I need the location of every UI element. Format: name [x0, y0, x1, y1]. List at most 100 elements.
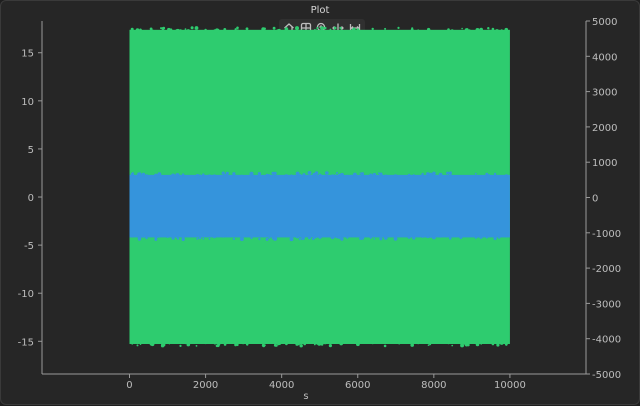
scatter-point: [346, 174, 349, 178]
scatter-point: [195, 174, 200, 178]
scatter-point: [297, 30, 300, 33]
scatter-point: [195, 345, 198, 347]
scatter-point: [308, 236, 311, 240]
scatter-point: [303, 30, 306, 33]
scatter-point: [500, 29, 503, 32]
scatter-point: [467, 29, 470, 32]
scatter-point: [383, 236, 388, 240]
scatter-point: [314, 175, 317, 178]
scatter-point: [316, 26, 319, 30]
scatter-point: [466, 343, 470, 347]
scatter-point: [273, 171, 277, 175]
scatter-point: [427, 344, 430, 346]
scatter-point: [203, 340, 208, 345]
scatter-point: [351, 235, 353, 237]
scatter-point: [460, 175, 462, 178]
scatter-point: [449, 235, 452, 238]
scatter-point: [149, 342, 153, 346]
scatter-point: [346, 236, 349, 239]
scatter-point: [130, 27, 134, 31]
scatter-point: [337, 173, 342, 177]
scatter-point: [379, 237, 383, 241]
scatter-point: [253, 175, 256, 178]
scatter-point: [438, 172, 443, 177]
scatter-point: [461, 27, 463, 30]
scatter-point: [350, 174, 354, 178]
scatter-point: [384, 27, 387, 30]
scatter-point: [295, 234, 300, 239]
scatter-point: [265, 173, 269, 177]
scatter-point: [246, 343, 249, 346]
scatter-point: [378, 234, 380, 237]
scatter-point: [171, 236, 175, 240]
scatter-point: [314, 28, 316, 31]
left-y-tick-label: 0: [28, 193, 34, 204]
scatter-point: [285, 235, 288, 237]
scatter-point: [179, 29, 182, 33]
right-y-tick-label: -2000: [592, 264, 621, 275]
scatter-point: [236, 343, 239, 347]
scatter-point: [479, 175, 483, 178]
x-tick-label: 10000: [494, 380, 526, 391]
scatter-point: [493, 236, 497, 241]
scatter-point: [223, 343, 227, 346]
scatter-point: [410, 343, 414, 346]
scatter-plot[interactable]: 0 2000 4000 6000 8000 10000s-15-10-5051015-50…: [1, 1, 640, 406]
scatter-point: [353, 172, 357, 177]
scatter-point: [136, 344, 139, 347]
scatter-point: [198, 236, 202, 240]
scatter-point: [432, 235, 436, 240]
scatter-point: [135, 28, 140, 32]
scatter-point: [353, 234, 357, 237]
scatter-point: [194, 26, 199, 30]
scatter-point: [137, 237, 142, 241]
scatter-point: [447, 28, 450, 31]
scatter-point: [222, 236, 225, 238]
scatter-point: [158, 235, 161, 238]
left-y-tick-label: -10: [18, 289, 34, 300]
scatter-point: [208, 237, 211, 240]
scatter-point: [272, 26, 276, 30]
scatter-point: [421, 172, 424, 175]
scatter-point: [261, 27, 266, 32]
scatter-point: [138, 173, 141, 176]
scatter-point: [239, 237, 244, 241]
scatter-point: [475, 174, 479, 179]
scatter-point: [131, 235, 133, 238]
scatter-point: [167, 341, 171, 344]
scatter-point: [267, 234, 271, 238]
scatter-point: [241, 341, 245, 345]
scatter-point: [407, 235, 411, 239]
scatter-point: [369, 173, 373, 177]
scatter-point: [474, 172, 477, 175]
scatter-point: [352, 27, 356, 31]
scatter-point: [278, 30, 281, 33]
scatter-point: [144, 174, 149, 178]
scatter-point: [204, 28, 207, 32]
scatter-point: [397, 26, 400, 29]
scatter-point: [464, 29, 467, 32]
right-y-tick-label: -5000: [592, 370, 621, 381]
scatter-point: [488, 29, 491, 33]
scatter-point: [479, 235, 483, 239]
scatter-point: [130, 172, 134, 176]
scatter-point: [340, 29, 343, 31]
scatter-point: [161, 342, 166, 347]
scatter-point: [475, 234, 479, 238]
scatter-point: [333, 26, 337, 30]
scatter-point: [236, 340, 240, 344]
scatter-point: [139, 343, 142, 346]
scatter-point: [329, 28, 332, 31]
scatter-point: [295, 342, 299, 346]
scatter-point: [426, 172, 430, 176]
right-y-tick-label: 3000: [592, 88, 617, 99]
scatter-point: [139, 28, 142, 32]
left-y-tick-label: 10: [21, 97, 34, 108]
scatter-point: [459, 236, 463, 239]
scatter-point: [325, 171, 329, 175]
scatter-point: [336, 172, 338, 174]
scatter-point: [369, 236, 372, 239]
scatter-point: [337, 234, 342, 239]
scatter-point: [320, 26, 324, 30]
scatter-point: [317, 29, 321, 34]
